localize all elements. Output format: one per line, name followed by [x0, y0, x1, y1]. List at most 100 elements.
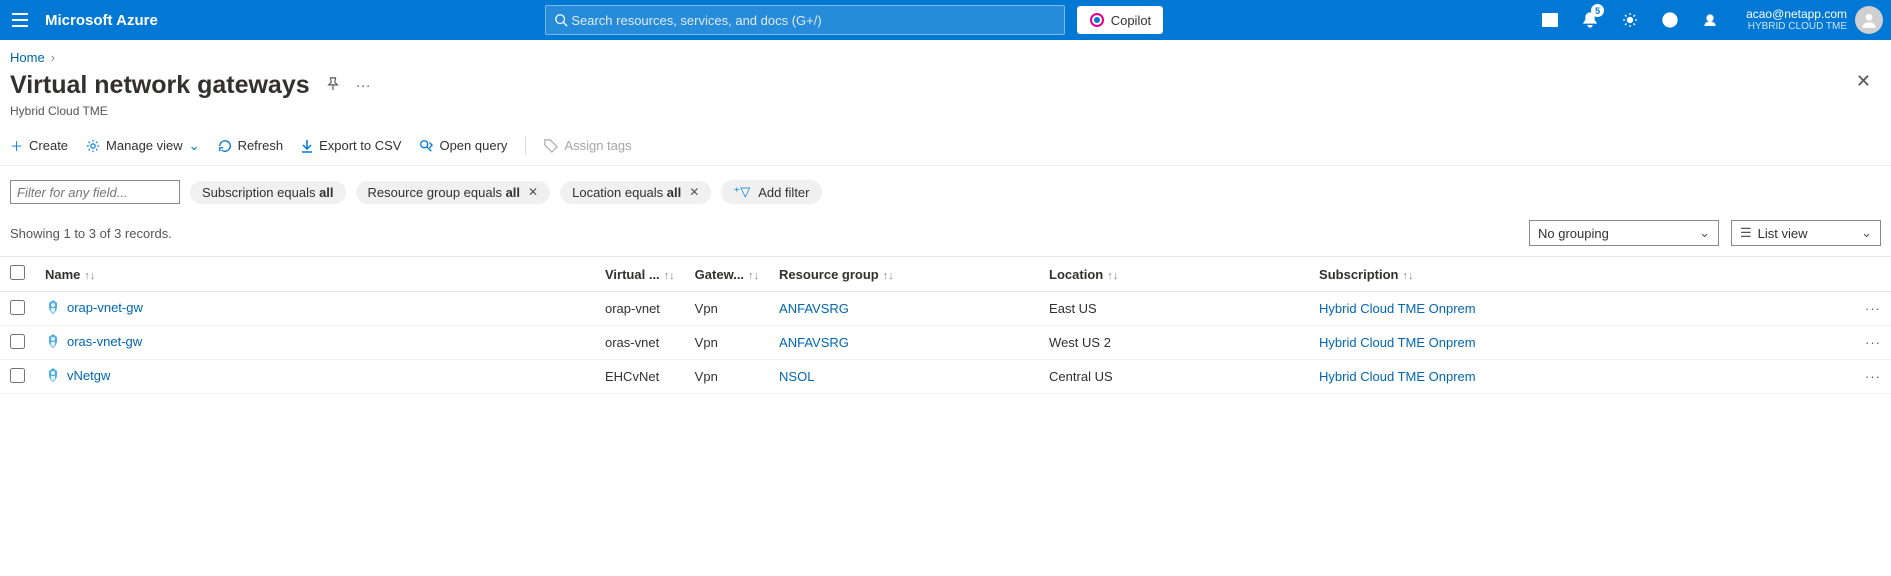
cell-gateway-type: Vpn	[685, 326, 769, 360]
search-icon	[554, 13, 568, 27]
subscription-link[interactable]: Hybrid Cloud TME Onprem	[1319, 369, 1476, 384]
chevron-down-icon: ⌄	[1861, 225, 1872, 241]
create-label: Create	[29, 138, 68, 153]
sort-icon: ↑↓	[883, 270, 894, 282]
notifications-button[interactable]: 5	[1570, 0, 1610, 40]
account-menu[interactable]: acao@netapp.com HYBRID CLOUD TME	[1730, 0, 1891, 40]
table-row: oras-vnet-gworas-vnetVpnANFAVSRGWest US …	[0, 326, 1891, 360]
avatar	[1855, 6, 1883, 34]
remove-filter-icon[interactable]: ✕	[528, 185, 538, 199]
copilot-button[interactable]: Copilot	[1077, 6, 1163, 34]
copilot-label: Copilot	[1111, 13, 1151, 28]
global-search[interactable]	[545, 5, 1065, 35]
add-filter-icon: ⁺▽	[733, 184, 750, 200]
remove-filter-icon[interactable]: ✕	[689, 185, 699, 199]
vnet-gateway-icon	[45, 371, 61, 386]
brand-label[interactable]: Microsoft Azure	[40, 12, 178, 29]
sort-icon: ↑↓	[748, 270, 759, 282]
azure-top-bar: Microsoft Azure Copilot 5	[0, 0, 1891, 40]
select-all-checkbox[interactable]	[10, 265, 25, 280]
breadcrumb-home[interactable]: Home	[10, 50, 45, 65]
row-context-menu[interactable]: ···	[1851, 326, 1891, 360]
open-query-label: Open query	[439, 138, 507, 153]
add-filter-label: Add filter	[758, 185, 809, 200]
assign-tags-label: Assign tags	[564, 138, 631, 153]
manage-view-label: Manage view	[106, 138, 183, 153]
settings-button[interactable]	[1610, 0, 1650, 40]
col-header-vnet[interactable]: Virtual ...↑↓	[595, 257, 685, 292]
resource-group-link[interactable]: ANFAVSRG	[779, 301, 849, 316]
refresh-button[interactable]: Refresh	[218, 138, 284, 153]
toolbar-separator	[525, 137, 526, 155]
cell-location: East US	[1039, 292, 1309, 326]
col-header-subscription[interactable]: Subscription↑↓	[1309, 257, 1851, 292]
col-header-location[interactable]: Location↑↓	[1039, 257, 1309, 292]
filter-pill-resource-group[interactable]: Resource group equals all ✕	[356, 181, 551, 204]
col-header-name[interactable]: Name↑↓	[35, 257, 595, 292]
query-icon	[419, 139, 433, 153]
global-search-input[interactable]	[571, 13, 1055, 28]
cloud-shell-button[interactable]	[1530, 0, 1570, 40]
help-button[interactable]	[1650, 0, 1690, 40]
row-checkbox[interactable]	[10, 300, 25, 315]
plus-icon: ＋	[10, 136, 23, 155]
open-query-button[interactable]: Open query	[419, 138, 507, 153]
pill-prefix: Location equals	[572, 185, 667, 200]
download-icon	[301, 139, 313, 153]
subscription-link[interactable]: Hybrid Cloud TME Onprem	[1319, 335, 1476, 350]
pill-value: all	[667, 185, 681, 200]
sort-icon: ↑↓	[1107, 270, 1118, 282]
pill-value: all	[506, 185, 520, 200]
row-context-menu[interactable]: ···	[1851, 292, 1891, 326]
add-filter-button[interactable]: ⁺▽ Add filter	[721, 180, 821, 204]
vnet-gateway-icon	[45, 303, 61, 318]
close-blade-button[interactable]: ✕	[1856, 71, 1871, 92]
row-checkbox[interactable]	[10, 334, 25, 349]
col-header-gateway[interactable]: Gatew...↑↓	[685, 257, 769, 292]
filter-pill-subscription[interactable]: Subscription equals all	[190, 181, 346, 204]
copilot-icon	[1089, 12, 1105, 28]
grid-header-row: Name↑↓ Virtual ...↑↓ Gatew...↑↓ Resource…	[0, 257, 1891, 292]
sort-icon: ↑↓	[664, 270, 675, 282]
resource-name-link[interactable]: orap-vnet-gw	[67, 300, 143, 315]
cell-gateway-type: Vpn	[685, 292, 769, 326]
assign-tags-button: Assign tags	[544, 138, 631, 153]
breadcrumb: Home ›	[0, 40, 1891, 71]
refresh-label: Refresh	[238, 138, 284, 153]
row-checkbox[interactable]	[10, 368, 25, 383]
row-context-menu[interactable]: ···	[1851, 360, 1891, 394]
records-summary-row: Showing 1 to 3 of 3 records. No grouping…	[0, 214, 1891, 256]
more-actions-button[interactable]: ···	[356, 77, 371, 94]
view-value: List view	[1758, 226, 1808, 241]
pin-button[interactable]	[326, 77, 340, 95]
resource-group-link[interactable]: ANFAVSRG	[779, 335, 849, 350]
export-csv-label: Export to CSV	[319, 138, 401, 153]
cell-location: Central US	[1039, 360, 1309, 394]
resource-group-link[interactable]: NSOL	[779, 369, 814, 384]
portal-menu-button[interactable]	[0, 0, 40, 40]
resource-name-link[interactable]: oras-vnet-gw	[67, 334, 142, 349]
resource-name-link[interactable]: vNetgw	[67, 368, 110, 383]
chevron-right-icon: ›	[51, 50, 55, 65]
chevron-down-icon: ⌄	[1699, 225, 1710, 241]
grouping-select[interactable]: No grouping ⌄	[1529, 220, 1719, 246]
feedback-button[interactable]	[1690, 0, 1730, 40]
list-icon: ☰	[1740, 225, 1752, 241]
top-icons: 5	[1530, 0, 1730, 40]
create-button[interactable]: ＋ Create	[10, 136, 68, 155]
sort-icon: ↑↓	[1403, 270, 1414, 282]
col-header-resource-group[interactable]: Resource group↑↓	[769, 257, 1039, 292]
notification-badge: 5	[1591, 4, 1604, 17]
account-tenant: HYBRID CLOUD TME	[1746, 21, 1847, 33]
table-row: orap-vnet-gworap-vnetVpnANFAVSRGEast USH…	[0, 292, 1891, 326]
subscription-link[interactable]: Hybrid Cloud TME Onprem	[1319, 301, 1476, 316]
view-select[interactable]: ☰ List view ⌄	[1731, 220, 1881, 246]
filter-text-input[interactable]	[10, 180, 180, 204]
export-csv-button[interactable]: Export to CSV	[301, 138, 401, 153]
filter-pill-location[interactable]: Location equals all ✕	[560, 181, 711, 204]
pill-value: all	[319, 185, 333, 200]
manage-view-button[interactable]: Manage view ⌄	[86, 138, 200, 154]
account-email: acao@netapp.com	[1746, 7, 1847, 21]
page-title: Virtual network gateways	[10, 71, 310, 100]
sort-icon: ↑↓	[84, 270, 95, 282]
